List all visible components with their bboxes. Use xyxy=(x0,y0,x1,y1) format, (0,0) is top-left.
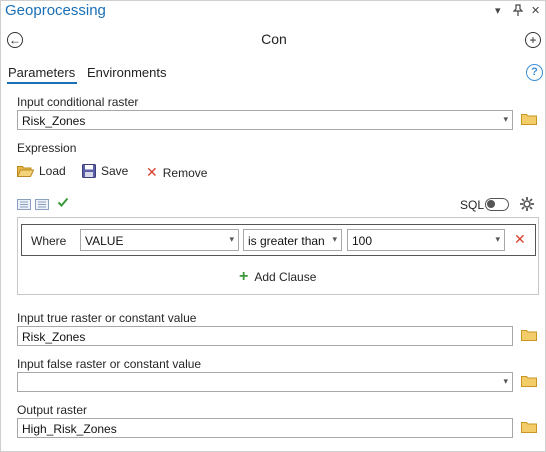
pane-options-icon[interactable]: ▾ xyxy=(495,4,501,17)
tab-environments[interactable]: Environments xyxy=(87,65,166,80)
input-conditional-raster-label: Input conditional raster xyxy=(17,95,139,109)
operator-value: is greater than xyxy=(248,234,325,248)
tool-title: Con xyxy=(261,31,287,47)
chevron-down-icon: ▾ xyxy=(332,234,337,244)
active-tab-indicator xyxy=(7,82,77,84)
add-clause-button[interactable]: + Add Clause xyxy=(239,268,317,285)
check-icon[interactable] xyxy=(57,196,69,211)
remove-clause-icon[interactable]: ✕ xyxy=(514,231,526,248)
gear-icon[interactable] xyxy=(519,196,535,215)
input-true-label: Input true raster or constant value xyxy=(17,311,197,325)
input-false-label: Input false raster or constant value xyxy=(17,357,202,371)
help-icon[interactable]: ? xyxy=(526,64,543,81)
load-button[interactable]: Load xyxy=(17,164,66,178)
clause-value: 100 xyxy=(352,234,373,248)
input-true-value: Risk_Zones xyxy=(22,330,86,344)
open-folder-icon xyxy=(17,166,34,177)
field-dropdown[interactable]: VALUE ▾ xyxy=(80,229,239,251)
plus-icon: + xyxy=(239,268,249,285)
chevron-down-icon: ▾ xyxy=(495,234,500,244)
save-label: Save xyxy=(101,164,129,178)
operator-dropdown[interactable]: is greater than ▾ xyxy=(243,229,342,251)
tab-parameters[interactable]: Parameters xyxy=(8,65,75,80)
output-raster-input[interactable]: High_Risk_Zones xyxy=(17,418,513,438)
folder-icon[interactable] xyxy=(521,421,537,436)
chevron-down-icon: ▾ xyxy=(229,234,234,244)
folder-icon[interactable] xyxy=(521,113,537,128)
outdent-icon[interactable] xyxy=(35,199,49,213)
add-icon[interactable]: + xyxy=(525,32,541,48)
save-button[interactable]: Save xyxy=(82,164,128,178)
add-clause-label: Add Clause xyxy=(254,270,317,284)
chevron-down-icon: ▾ xyxy=(503,376,508,386)
save-icon xyxy=(82,164,96,178)
indent-icon[interactable] xyxy=(17,199,31,213)
remove-button[interactable]: ✕ Remove xyxy=(146,164,207,181)
chevron-down-icon: ▾ xyxy=(503,114,508,124)
input-conditional-raster-dropdown[interactable]: Risk_Zones ▾ xyxy=(17,110,513,130)
remove-label: Remove xyxy=(162,165,208,180)
value-dropdown[interactable]: 100 ▾ xyxy=(347,229,505,251)
where-label: Where xyxy=(31,234,67,248)
field-value: VALUE xyxy=(85,234,124,248)
sql-toggle[interactable] xyxy=(485,198,509,211)
pane-title: Geoprocessing xyxy=(5,2,106,19)
load-label: Load xyxy=(39,164,66,178)
remove-icon: ✕ xyxy=(146,164,158,180)
pin-icon[interactable] xyxy=(512,4,524,19)
output-raster-label: Output raster xyxy=(17,403,88,417)
input-conditional-raster-value: Risk_Zones xyxy=(22,114,86,128)
close-icon[interactable]: ✕ xyxy=(531,4,540,17)
input-true-dropdown[interactable]: Risk_Zones xyxy=(17,326,513,346)
input-false-dropdown[interactable]: ▾ xyxy=(17,372,513,392)
output-raster-value: High_Risk_Zones xyxy=(22,422,117,436)
folder-icon[interactable] xyxy=(521,375,537,390)
folder-icon[interactable] xyxy=(521,329,537,344)
expression-label: Expression xyxy=(17,141,77,155)
sql-label: SQL xyxy=(460,198,485,212)
geoprocessing-pane: Geoprocessing ▾ ✕ ← Con + Parameters Env… xyxy=(0,0,546,452)
